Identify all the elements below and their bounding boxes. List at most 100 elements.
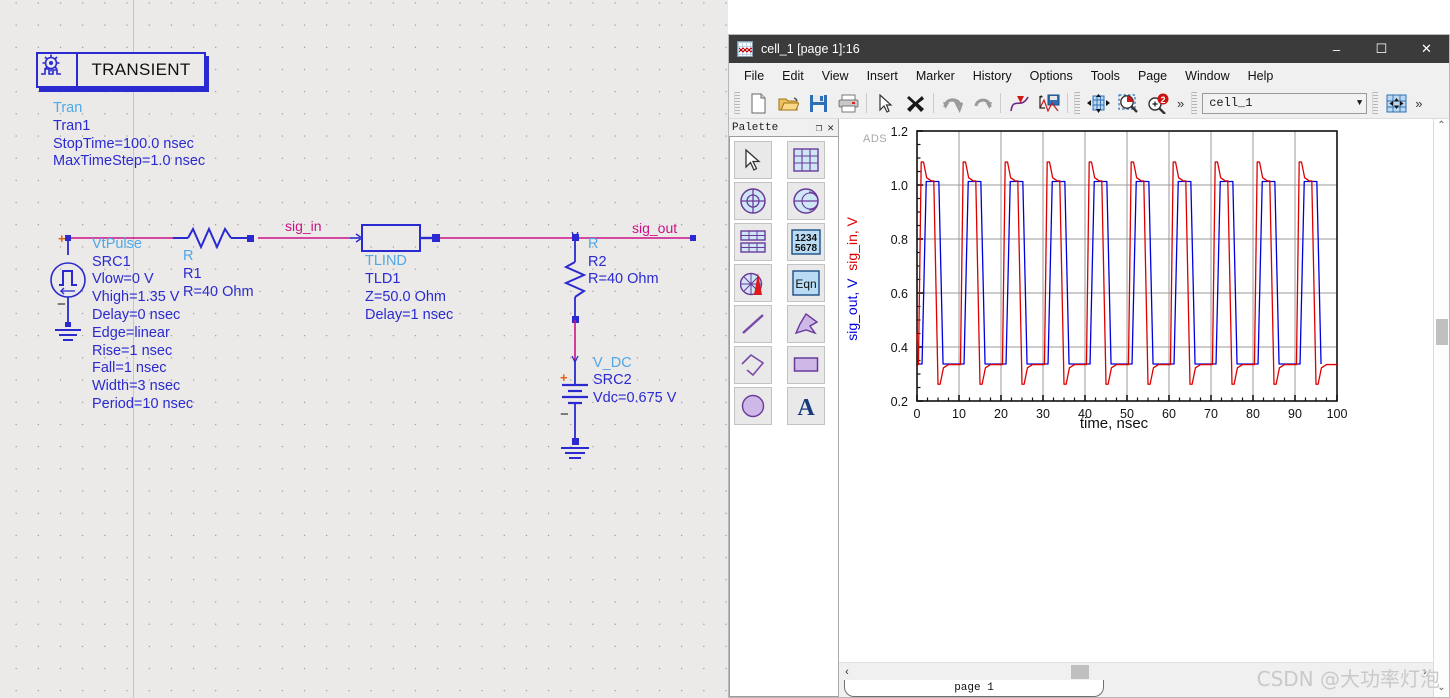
menu-marker[interactable]: Marker — [907, 66, 964, 86]
cell-selector-combobox[interactable]: cell_1 ▼ — [1202, 92, 1368, 114]
polyline-tool-icon[interactable] — [734, 346, 772, 384]
trace-curve-icon[interactable] — [1004, 90, 1034, 117]
svg-text:1.0: 1.0 — [891, 179, 908, 193]
toolbar-overflow-2[interactable]: » — [1411, 96, 1426, 111]
rectangular-plot-icon[interactable] — [786, 141, 825, 179]
transient-label: TRANSIENT — [91, 60, 191, 79]
line-tool-icon[interactable] — [734, 305, 772, 343]
net-label-sig-out[interactable]: sig_out — [632, 221, 677, 235]
src1-period-text: Period=10 nsec — [92, 396, 194, 412]
schematic-canvas[interactable]: TRANSIENT Tran Tran1 StopTime=100.0 nsec… — [0, 0, 728, 698]
palette-titlebar[interactable]: Palette ❐ ✕ — [729, 119, 838, 136]
palette-close-icon[interactable]: ✕ — [827, 121, 834, 135]
text-tool-icon[interactable]: A — [786, 387, 825, 425]
workarea: Palette ❐ ✕ 1234 5678 Eqn A ADS sig_out,… — [729, 119, 1449, 697]
print-icon[interactable] — [833, 90, 863, 117]
menu-page[interactable]: Page — [1129, 66, 1176, 86]
toolbar-grip-2[interactable] — [1074, 92, 1080, 114]
menu-history[interactable]: History — [964, 66, 1021, 86]
equation-eqn-icon[interactable]: Eqn — [786, 264, 825, 302]
window-title: cell_1 [page 1]:16 — [761, 42, 860, 56]
vscroll-thumb[interactable] — [1436, 319, 1448, 345]
select-arrow-icon[interactable] — [734, 141, 772, 179]
toolbar-grip-1[interactable] — [734, 92, 740, 114]
r2-instance-text: R2 — [588, 254, 607, 270]
close-button[interactable]: ✕ — [1404, 35, 1449, 63]
scroll-up-arrow[interactable]: ⌃ — [1437, 119, 1445, 133]
palette-tool-grid[interactable]: 1234 5678 Eqn A — [729, 136, 838, 697]
undo-arrow-icon[interactable] — [937, 90, 967, 117]
page-tab-page-1[interactable]: page 1 — [844, 680, 1104, 697]
svg-text:0.8: 0.8 — [891, 233, 908, 247]
delete-x-icon[interactable] — [900, 90, 930, 117]
window-titlebar[interactable]: cell_1 [page 1]:16 – ☐ ✕ — [729, 35, 1449, 63]
toolbar[interactable]: 2 » cell_1 ▼ » — [729, 88, 1449, 119]
insert-plot-icon[interactable] — [1034, 90, 1064, 117]
select-arrow-icon[interactable] — [870, 90, 900, 117]
menu-tools[interactable]: Tools — [1082, 66, 1129, 86]
src1-vlow-text: Vlow=0 V — [92, 271, 154, 287]
plot-canvas[interactable]: ADS sig_out, V sig_in, V 0.2 0.4 0.6 0.8 1.0… — [839, 119, 1433, 662]
zoom-in-2-icon[interactable]: 2 — [1143, 90, 1173, 117]
rectangle-tool-icon[interactable] — [786, 346, 825, 384]
palette-float-icon[interactable]: ❐ — [816, 121, 823, 135]
scroll-left-arrow[interactable]: ‹ — [839, 666, 855, 678]
net-label-sig-in[interactable]: sig_in — [285, 219, 322, 233]
menu-view[interactable]: View — [813, 66, 858, 86]
tld1-z-text: Z=50.0 Ohm — [365, 289, 446, 305]
circle-tool-icon[interactable] — [734, 387, 772, 425]
minimize-button[interactable]: – — [1314, 35, 1359, 63]
r1-type-text: R — [183, 248, 194, 264]
data-display-page[interactable]: ADS sig_out, V sig_in, V 0.2 0.4 0.6 0.8 1.0… — [839, 119, 1433, 697]
y-axis-label: sig_out, V sig_in, V — [844, 217, 860, 341]
polar-plot-icon[interactable] — [734, 182, 772, 220]
page-tab-row[interactable]: page 1 — [839, 680, 1433, 697]
src1-type-text: VtPulse — [92, 236, 142, 252]
fit-page-icon[interactable] — [1381, 90, 1411, 117]
smith-chart-icon[interactable] — [786, 182, 825, 220]
waveform-plot[interactable]: 0.20.40.60.81.01.20 10 20 30 40 50 60 70 80 90 100 — [839, 119, 1399, 519]
src2-value-text: Vdc=0.675 V — [593, 390, 677, 406]
menu-edit[interactable]: Edit — [773, 66, 813, 86]
scroll-right-arrow[interactable]: › — [1417, 666, 1433, 678]
zoom-area-icon[interactable] — [1113, 90, 1143, 117]
y-axis-label-sig-out: sig_out, V — [844, 278, 860, 341]
menu-insert[interactable]: Insert — [858, 66, 907, 86]
menu-window[interactable]: Window — [1176, 66, 1238, 86]
numbers-bottom: 5678 — [794, 243, 817, 254]
new-document-icon[interactable] — [743, 90, 773, 117]
menubar[interactable]: File Edit View Insert Marker History Opt… — [729, 63, 1449, 88]
menu-file[interactable]: File — [735, 66, 773, 86]
vertical-scrollbar[interactable]: ⌃ ⌄ — [1433, 119, 1449, 697]
transient-sim-block[interactable]: TRANSIENT — [36, 52, 206, 88]
r1-value-text: R=40 Ohm — [183, 284, 254, 300]
polygon-tool-icon[interactable] — [786, 305, 825, 343]
maximize-button[interactable]: ☐ — [1359, 35, 1404, 63]
save-disk-icon[interactable] — [803, 90, 833, 117]
pan-move-icon[interactable] — [1083, 90, 1113, 117]
menu-options[interactable]: Options — [1021, 66, 1082, 86]
transient-instance-text: Tran1 — [53, 118, 91, 134]
list-table-icon[interactable] — [734, 223, 772, 261]
palette-panel[interactable]: Palette ❐ ✕ 1234 5678 Eqn A — [729, 119, 839, 697]
svg-text:100: 100 — [1327, 407, 1348, 421]
menu-help[interactable]: Help — [1239, 66, 1283, 86]
tld1-instance-text: TLD1 — [365, 271, 401, 287]
eqn-label: Eqn — [795, 277, 816, 291]
hscroll-thumb[interactable] — [1071, 665, 1089, 679]
scroll-down-arrow[interactable]: ⌄ — [1437, 681, 1445, 695]
redo-arrow-icon[interactable] — [967, 90, 997, 117]
toolbar-grip-3[interactable] — [1191, 92, 1198, 114]
toolbar-overflow-1[interactable]: » — [1173, 96, 1188, 111]
open-folder-icon[interactable] — [773, 90, 803, 117]
toolbar-separator-4 — [1067, 93, 1068, 113]
ads-data-display-window[interactable]: cell_1 [page 1]:16 – ☐ ✕ File Edit View … — [728, 34, 1450, 698]
antenna-pattern-icon[interactable] — [734, 264, 772, 302]
x-axis-label: time, nsec — [1079, 415, 1149, 432]
toolbar-grip-4[interactable] — [1372, 92, 1379, 114]
chevron-down-icon[interactable]: ▼ — [1357, 98, 1362, 108]
horizontal-scrollbar[interactable]: ‹ › — [839, 662, 1433, 680]
src1-instance-text: SRC1 — [92, 254, 131, 270]
stacked-numbers-icon[interactable]: 1234 5678 — [786, 223, 825, 261]
src2-plus-sign: + — [560, 370, 568, 385]
